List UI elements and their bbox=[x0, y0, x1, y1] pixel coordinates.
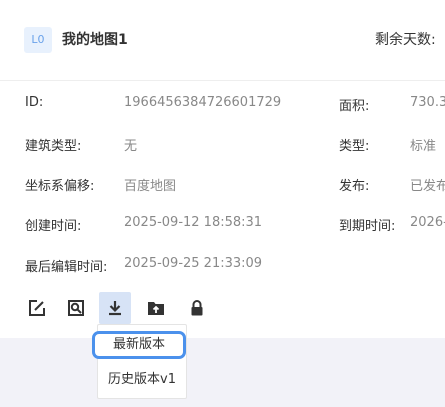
preview-icon[interactable] bbox=[60, 292, 92, 324]
area-label: 面积: bbox=[339, 99, 370, 114]
map-name: 我的地图1 bbox=[62, 32, 128, 48]
card-header: L0 我的地图1 剩余天数: bbox=[0, 0, 445, 81]
type-value: 标准 bbox=[410, 139, 437, 154]
last-edit-time-label: 最后编辑时间: bbox=[25, 260, 108, 275]
id-value: 1966456384726601729 bbox=[124, 95, 282, 110]
coord-offset-label: 坐标系偏移: bbox=[25, 179, 95, 194]
created-time-value: 2025-09-12 18:58:31 bbox=[124, 215, 263, 230]
building-type-value: 无 bbox=[124, 139, 138, 154]
id-label: ID: bbox=[25, 95, 44, 110]
lock-icon[interactable] bbox=[181, 292, 213, 324]
coord-offset-value: 百度地图 bbox=[124, 179, 177, 194]
upload-folder-icon[interactable] bbox=[140, 292, 172, 324]
building-type-label: 建筑类型: bbox=[25, 139, 82, 154]
history-version-v1-item[interactable]: 历史版本v1 bbox=[98, 366, 186, 394]
created-time-label: 创建时间: bbox=[25, 219, 82, 234]
remaining-days-label: 剩余天数: bbox=[375, 32, 436, 48]
expire-time-label: 到期时间: bbox=[339, 219, 396, 234]
latest-version-item[interactable]: 最新版本 bbox=[92, 331, 186, 359]
page: L0 我的地图1 剩余天数: ID: 1966456384726601729 面… bbox=[0, 0, 445, 407]
last-edit-time-value: 2025-09-25 21:33:09 bbox=[124, 256, 263, 271]
publish-label: 发布: bbox=[339, 179, 370, 194]
expire-time-value: 2026- bbox=[410, 215, 445, 230]
edit-icon[interactable] bbox=[21, 292, 53, 324]
map-card: L0 我的地图1 剩余天数: ID: 1966456384726601729 面… bbox=[0, 0, 445, 338]
download-icon[interactable] bbox=[99, 292, 131, 324]
type-label: 类型: bbox=[339, 139, 370, 154]
version-dropdown: 最新版本 历史版本v1 bbox=[92, 324, 187, 399]
level-badge: L0 bbox=[24, 27, 52, 53]
publish-value: 已发布 bbox=[410, 179, 445, 194]
area-value: 730.3 bbox=[410, 95, 445, 110]
